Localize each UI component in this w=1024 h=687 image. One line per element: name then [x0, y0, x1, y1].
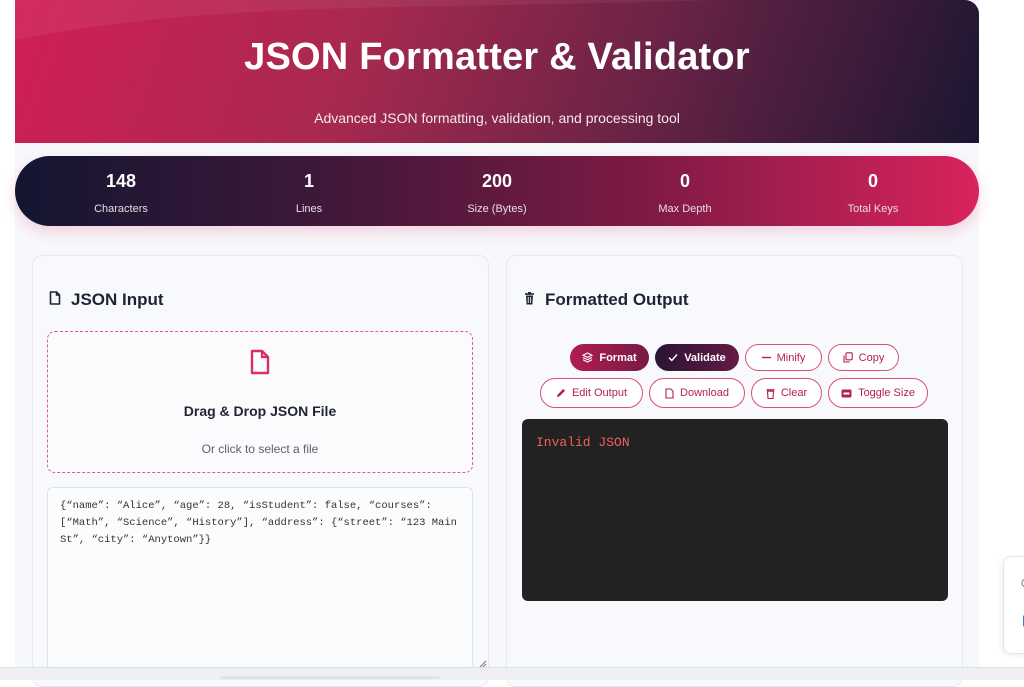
stat-max-depth: 0 Max Depth — [595, 156, 775, 226]
dropzone-subtitle: Or click to select a file — [201, 442, 319, 456]
stat-characters: 148 Characters — [31, 156, 211, 226]
input-panel-title: JSON Input — [49, 290, 164, 310]
toggle-size-label: Toggle Size — [858, 387, 915, 399]
minify-button[interactable]: Minify — [745, 344, 822, 371]
check-icon — [668, 354, 678, 362]
file-icon — [249, 349, 271, 380]
edit-output-label: Edit Output — [571, 387, 628, 399]
format-label: Format — [599, 351, 637, 364]
stat-label: Lines — [295, 203, 323, 215]
output-title-text: Formatted Output — [545, 290, 689, 309]
stat-value: 0 — [867, 171, 878, 191]
minify-label: Minify — [776, 351, 806, 364]
stat-size: 200 Size (Bytes) — [407, 156, 587, 226]
download-label: Download — [680, 387, 729, 399]
page-header: JSON Formatter & Validator Advanced JSON… — [15, 0, 979, 143]
expand-icon — [841, 389, 852, 397]
trash-icon — [766, 388, 775, 399]
stat-value: 1 — [303, 171, 314, 191]
stat-value: 200 — [481, 171, 513, 191]
side-widget-icons — [1021, 578, 1024, 627]
copy-label: Copy — [858, 351, 885, 364]
json-input-textarea[interactable]: {“name”: “Alice”, “age”: 28, “isStudent”… — [47, 487, 473, 672]
validate-label: Validate — [684, 351, 726, 364]
copy-icon — [843, 352, 853, 363]
input-title-text: JSON Input — [71, 290, 164, 309]
output-panel: Formatted Output Format Validate Minify — [506, 255, 963, 687]
stat-label: Size (Bytes) — [467, 203, 527, 215]
minus-icon — [761, 356, 771, 359]
file-dropzone[interactable]: Drag & Drop JSON File Or click to select… — [47, 331, 473, 473]
file-icon — [49, 290, 61, 310]
stat-total-keys: 0 Total Keys — [783, 156, 963, 226]
output-panel-title: Formatted Output — [524, 290, 689, 310]
stat-label: Max Depth — [658, 203, 712, 215]
validate-button[interactable]: Validate — [655, 344, 739, 371]
browser-bottom-bar — [0, 667, 1024, 680]
page-subtitle: Advanced JSON formatting, validation, an… — [314, 110, 680, 126]
download-button[interactable]: Download — [649, 378, 745, 408]
app-container: JSON Formatter & Validator Advanced JSON… — [15, 0, 979, 687]
stat-value: 0 — [679, 171, 690, 191]
toggle-size-button[interactable]: Toggle Size — [828, 378, 928, 408]
file-icon — [665, 387, 674, 399]
copy-button[interactable]: Copy — [828, 344, 899, 371]
pencil-icon — [556, 389, 565, 397]
format-button[interactable]: Format — [570, 344, 649, 371]
clear-button[interactable]: Clear — [751, 378, 822, 408]
side-floating-widget[interactable] — [1003, 556, 1024, 654]
dropzone-title: Drag & Drop JSON File — [183, 403, 337, 419]
stat-lines: 1 Lines — [219, 156, 399, 226]
trash-icon — [524, 290, 535, 310]
cube-icon — [582, 352, 594, 363]
formatted-output-area[interactable]: Invalid JSON — [522, 419, 948, 601]
input-panel: JSON Input Drag & Drop JSON File Or clic… — [32, 255, 489, 687]
stat-label: Characters — [94, 203, 148, 215]
stat-value: 148 — [105, 171, 137, 191]
page-title: JSON Formatter & Validator — [244, 36, 750, 78]
edit-output-button[interactable]: Edit Output — [540, 378, 643, 408]
clear-label: Clear — [780, 387, 808, 399]
stats-bar: 148 Characters 1 Lines 200 Size (Bytes) … — [15, 156, 979, 226]
stat-label: Total Keys — [847, 203, 899, 215]
output-result-text: Invalid JSON — [536, 435, 630, 450]
